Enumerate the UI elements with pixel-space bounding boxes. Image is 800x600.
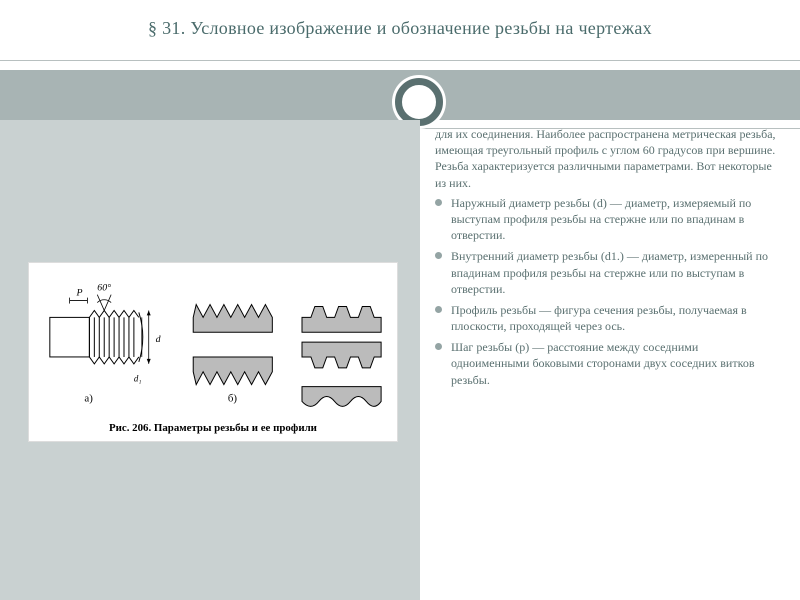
figure-caption: Рис. 206. Параметры резьбы и ее профили (109, 422, 317, 434)
list-item: Внутренний диаметр резьбы (d1.) — диамет… (435, 248, 778, 297)
bullet-text: Внутренний диаметр резьбы (d1.) — диамет… (451, 249, 768, 295)
angle-label: 60° (97, 283, 111, 294)
circle-decoration-icon (395, 78, 443, 126)
divider-top (0, 60, 800, 61)
list-item: Наружный диаметр резьбы (d) — диаметр, и… (435, 195, 778, 244)
list-item: Шаг резьбы (p) — расстояние между соседн… (435, 339, 778, 388)
bullet-text: Профиль резьбы — фигура сечения резьбы, … (451, 303, 747, 333)
bullet-text: Наружный диаметр резьбы (d) — диаметр, и… (451, 196, 751, 242)
content-text: для их соединения. Наиболее распростране… (435, 126, 778, 585)
d1-label: d₁ (134, 374, 142, 384)
figure-thread-profiles: 60° P d d₁ а) б) (28, 262, 398, 442)
label-a: а) (84, 392, 93, 404)
label-b: б) (228, 392, 238, 404)
d-label: d (156, 334, 161, 345)
bullet-list: Наружный диаметр резьбы (d) — диаметр, и… (435, 195, 778, 388)
thread-diagram-icon: 60° P d d₁ а) б) (29, 263, 397, 441)
bullet-text: Шаг резьбы (p) — расстояние между соседн… (451, 340, 755, 386)
title-area: § 31. Условное изображение и обозначение… (40, 18, 760, 39)
pitch-label: P (76, 288, 83, 299)
page-title: § 31. Условное изображение и обозначение… (40, 18, 760, 39)
intro-paragraph: для их соединения. Наиболее распростране… (435, 126, 778, 191)
list-item: Профиль резьбы — фигура сечения резьбы, … (435, 302, 778, 334)
slide: § 31. Условное изображение и обозначение… (0, 0, 800, 600)
